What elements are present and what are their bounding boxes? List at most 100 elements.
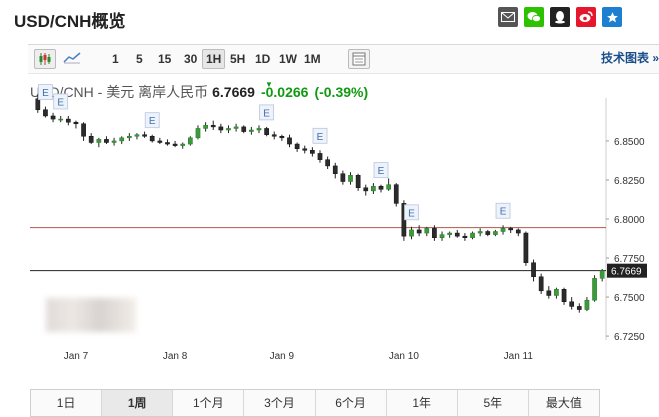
line-chart-icon[interactable] [62,49,82,67]
down-triangle-icon: ▼ [265,80,273,89]
weibo-icon[interactable] [576,7,596,27]
chart-settings-icon[interactable] [348,49,370,69]
candle-body [439,234,445,238]
interval-1m[interactable]: 1M [300,49,325,69]
x-tick-label: Jan 10 [389,351,419,362]
interval-1d[interactable]: 1D [251,49,274,69]
candle-body [409,229,414,237]
candle-body [264,128,269,135]
quote-header: USD/CNH - 美元 离岸人民币 6.7669 -0.0266 (-0.39%) … [30,80,369,102]
candlestick-chart-icon[interactable] [34,49,56,69]
y-tick-label: 6.7500 [614,293,645,304]
candle-body [538,276,544,292]
candle-body [371,185,376,192]
candle-body [203,125,208,129]
range-1m[interactable]: 1个月 [173,390,245,416]
candle-body [241,126,247,132]
candle-body [294,143,300,149]
candle-body [96,139,102,143]
candle-body [279,136,285,139]
symbol-label: USD/CNH - 美元 离岸人民币 [30,84,209,100]
candle-body [302,148,308,151]
technical-chart-link[interactable]: 技术图表 » [601,49,659,67]
candle-body [348,175,353,182]
candle-body [249,129,254,132]
candle-body [401,203,407,237]
interval-15[interactable]: 15 [154,49,175,69]
candle-body [592,278,597,301]
interval-5h[interactable]: 5H [226,49,249,69]
candle-body [554,289,559,296]
range-3m[interactable]: 3个月 [244,390,316,416]
candle-body [149,136,155,142]
range-1y[interactable]: 1年 [387,390,458,416]
candle-body [485,231,491,235]
candle-body [386,184,391,190]
candle-body [523,232,529,263]
event-marker [259,104,275,121]
candle-body [58,118,64,121]
candle-body [43,109,48,117]
candle-body [73,121,79,125]
candle-body [226,128,231,131]
candle-body [142,134,147,137]
candle-body [195,128,201,139]
candle-body [317,153,323,160]
qq-icon[interactable] [550,7,570,27]
favorite-icon[interactable] [602,7,622,27]
x-tick-label: Jan 7 [64,351,89,362]
interval-30[interactable]: 30 [180,49,201,69]
candle-body [546,290,552,296]
price-change-percent: (-0.39%) [314,84,369,100]
interval-1w[interactable]: 1W [275,49,301,69]
candle-body [363,187,369,192]
last-price: 6.7669 [212,84,255,100]
event-marker-label: E [149,116,156,127]
wechat-icon[interactable] [524,7,544,27]
candle-body [462,235,468,238]
event-marker-label: E [408,208,415,219]
event-marker [404,204,419,221]
interval-1[interactable]: 1 [108,49,123,69]
candle-body [81,123,86,137]
candle-body [432,228,437,238]
candle-body [134,134,140,137]
event-marker [144,112,160,129]
candle-body [500,228,506,232]
candle-body [378,185,384,190]
candle-body [310,150,315,154]
y-tick-label: 6.7750 [614,254,645,265]
candle-body [88,136,94,143]
candle-body [447,232,453,235]
range-6m[interactable]: 6个月 [316,390,387,416]
candle-body [454,232,460,237]
x-tick-label: Jan 8 [163,351,188,362]
interval-5[interactable]: 5 [132,49,147,69]
interval-1h[interactable]: 1H [202,49,226,69]
email-icon[interactable] [498,7,518,27]
event-marker-label: E [263,108,270,119]
candle-body [50,115,56,120]
y-tick-label: 6.7250 [614,332,645,343]
candle-body [477,231,483,234]
range-5y[interactable]: 5年 [458,390,529,416]
range-1w[interactable]: 1周 [102,390,174,416]
candle-body [165,142,170,145]
candle-body [332,165,338,174]
candle-body [355,175,361,189]
candle-body [340,173,346,182]
candle-body [256,128,262,131]
candle-body [569,301,575,307]
candle-body [104,139,109,143]
candle-body [325,159,330,167]
candle-body [508,228,514,231]
range-1d[interactable]: 1日 [31,390,103,416]
range-max[interactable]: 最大值 [529,390,599,416]
candle-body [233,126,239,129]
y-tick-label: 6.8000 [614,215,645,226]
candle-body [180,143,186,146]
candle-body [584,299,590,310]
candle-body [470,232,475,238]
event-marker-label: E [317,132,324,143]
event-marker [373,162,389,179]
